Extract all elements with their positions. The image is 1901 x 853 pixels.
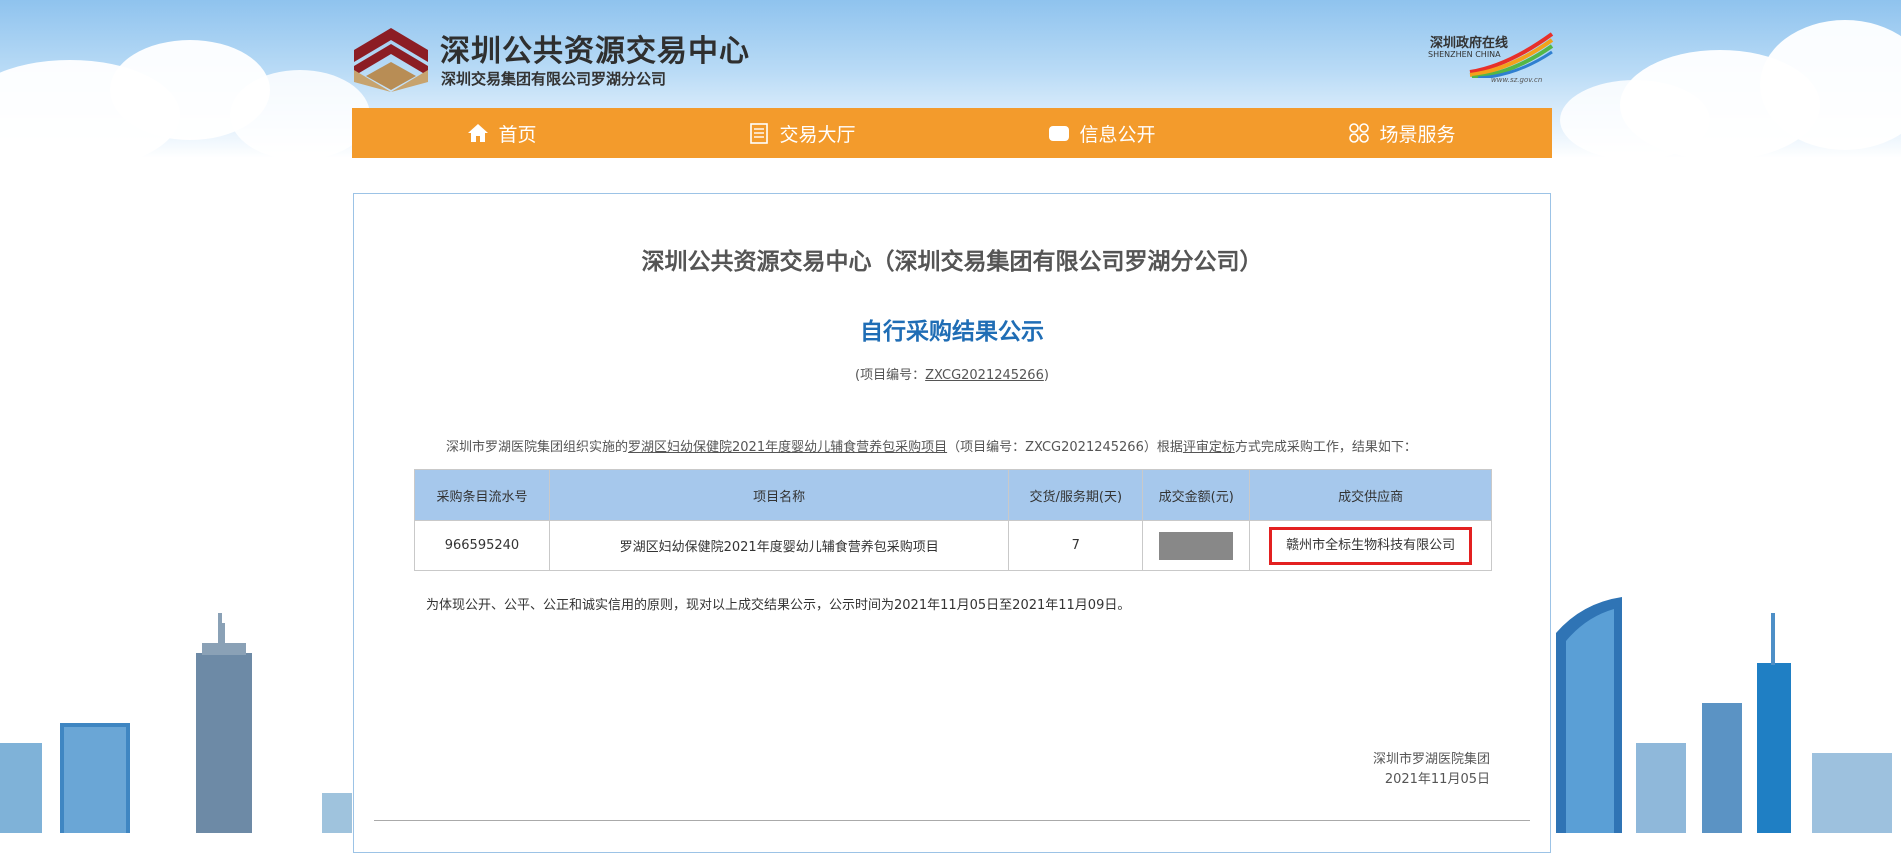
shenzhen-gov-logo[interactable]: 深圳政府在线 SHENZHEN CHINA www.sz.gov.cn [1428, 28, 1554, 88]
rainbow-swoosh-icon [1469, 32, 1554, 78]
cloud [230, 70, 370, 160]
intro-project-name: 罗湖区妇幼保健院2021年度婴幼儿辅食营养包采购项目 [628, 440, 948, 455]
intro-middle: （项目编号：ZXCG2021245266）根据 [947, 440, 1183, 455]
message-icon [1049, 126, 1070, 141]
notice-title: 自行采购结果公示 [860, 319, 1044, 345]
cell-amount [1142, 520, 1251, 571]
nav-item-label: 交易大厅 [779, 123, 856, 146]
cell-supplier: 赣州市全标生物科技有限公司 [1249, 520, 1492, 571]
column-header-period: 交货/服务期(天) [1008, 469, 1144, 521]
project-number-link[interactable]: ZXCG2021245266 [925, 368, 1044, 383]
nav-item-info-disclosure[interactable]: 信息公开 [952, 108, 1252, 158]
city-skyline-right [1556, 597, 1892, 833]
site-subtitle: 深圳交易集团有限公司罗湖分公司 [441, 70, 667, 88]
cell-serial: 966595240 [414, 520, 550, 571]
cloud [1560, 80, 1710, 160]
project-number-suffix: ) [1043, 368, 1049, 383]
supplier-highlight: 赣州市全标生物科技有限公司 [1269, 526, 1473, 565]
cell-project-name: 罗湖区妇幼保健院2021年度婴幼儿辅食营养包采购项目 [548, 520, 1010, 571]
project-number: (项目编号：ZXCG2021245266) [354, 364, 1550, 383]
nav-item-label: 信息公开 [1079, 123, 1156, 146]
intro-text: 深圳市罗湖医院集团组织实施的罗湖区妇幼保健院2021年度婴幼儿辅食营养包采购项目… [446, 436, 1417, 455]
site-logo[interactable]: 深圳公共资源交易中心 深圳交易集团有限公司罗湖分公司 [352, 26, 782, 92]
nav-item-label: 场景服务 [1379, 123, 1456, 146]
intro-prefix: 深圳市罗湖医院集团组织实施的 [446, 440, 629, 455]
project-number-prefix: (项目编号： [855, 368, 926, 383]
home-icon [468, 124, 489, 142]
result-table: 采购条目流水号 项目名称 交货/服务期(天) 成交金额(元) 成交供应商 966… [414, 469, 1492, 571]
publicity-statement: 为体现公开、公平、公正和诚实信用的原则，现对以上成交结果公示，公示时间为2021… [426, 598, 1131, 613]
nav-item-home[interactable]: 首页 [352, 108, 652, 158]
intro-method: 评审定标 [1182, 440, 1235, 455]
signature-date: 2021年11月05日 [1384, 772, 1490, 787]
nav-item-label: 首页 [498, 123, 537, 146]
nav-item-scene-service[interactable]: 场景服务 [1252, 108, 1552, 158]
divider [374, 820, 1530, 821]
column-header-project-name: 项目名称 [548, 469, 1010, 521]
main-nav: 首页 交易大厅 信息公开 场景服务 [352, 108, 1552, 158]
exchange-logo-icon [354, 28, 428, 92]
nav-item-trading-hall[interactable]: 交易大厅 [652, 108, 952, 158]
site-title: 深圳公共资源交易中心 [440, 34, 750, 69]
column-header-supplier: 成交供应商 [1249, 469, 1492, 521]
table-header-row: 采购条目流水号 项目名称 交货/服务期(天) 成交金额(元) 成交供应商 [414, 469, 1492, 521]
table-row: 966595240 罗湖区妇幼保健院2021年度婴幼儿辅食营养包采购项目 7 赣… [414, 520, 1492, 571]
intro-suffix: 方式完成采购工作，结果如下： [1234, 440, 1417, 455]
column-header-serial: 采购条目流水号 [414, 469, 550, 521]
org-title: 深圳公共资源交易中心（深圳交易集团有限公司罗湖分公司） [641, 249, 1263, 275]
gov-logo-url: www.sz.gov.cn [1491, 76, 1543, 84]
column-header-amount: 成交金额(元) [1142, 469, 1251, 521]
redacted-amount [1159, 531, 1234, 560]
notice-panel: 深圳公共资源交易中心（深圳交易集团有限公司罗湖分公司） 自行采购结果公示 (项目… [353, 193, 1551, 853]
grid-icon [1349, 123, 1370, 143]
cell-period: 7 [1008, 520, 1144, 571]
list-icon [750, 123, 769, 144]
city-skyline-left [0, 613, 352, 833]
signature-org: 深圳市罗湖医院集团 [1372, 752, 1490, 767]
